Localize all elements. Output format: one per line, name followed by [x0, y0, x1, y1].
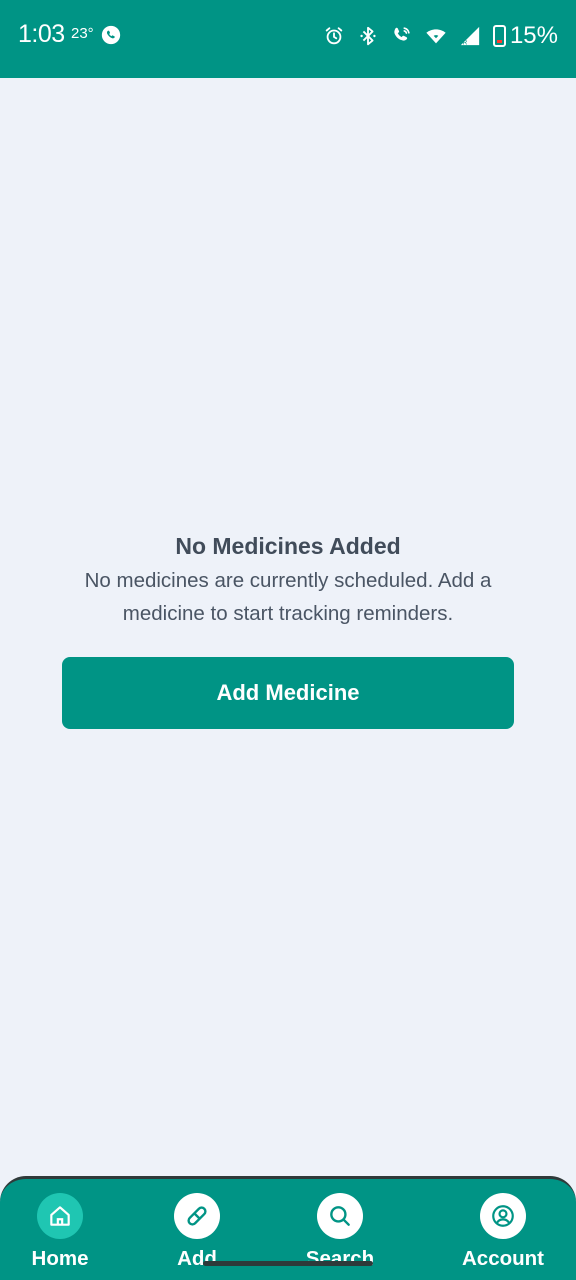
status-bar: 1:03 23° R 15%: [0, 0, 576, 78]
wifi-icon: [426, 29, 446, 44]
search-icon: [317, 1193, 363, 1239]
nav-label-account: Account: [462, 1247, 544, 1270]
empty-state-title: No Medicines Added: [175, 533, 401, 559]
home-icon: [37, 1193, 83, 1239]
pill-icon: [174, 1193, 220, 1239]
nav-label-add: Add: [177, 1247, 217, 1270]
nav-item-account[interactable]: Account: [443, 1193, 563, 1271]
svg-text:R: R: [463, 39, 468, 46]
nav-item-home[interactable]: Home: [0, 1193, 120, 1271]
nav-label-home: Home: [31, 1247, 89, 1270]
empty-state: No Medicines Added No medicines are curr…: [0, 528, 576, 630]
wifi-call-icon: [394, 27, 410, 41]
battery-status: 15%: [492, 22, 558, 50]
status-icons: R 15%: [323, 20, 558, 52]
battery-icon: [492, 25, 506, 47]
nav-item-search[interactable]: Search: [280, 1193, 400, 1271]
whatsapp-icon: [101, 25, 121, 45]
add-medicine-button[interactable]: Add Medicine: [62, 657, 514, 729]
status-time: 1:03: [18, 20, 65, 48]
signal-icon: R: [460, 26, 480, 46]
empty-state-message: No medicines are currently scheduled. Ad…: [84, 569, 492, 625]
account-icon: [480, 1193, 526, 1239]
nav-item-add[interactable]: Add: [137, 1193, 257, 1271]
bluetooth-icon: [360, 26, 376, 46]
battery-percent: 15%: [509, 22, 558, 49]
nav-label-search: Search: [305, 1247, 375, 1270]
home-indicator[interactable]: [203, 1261, 373, 1266]
status-temperature: 23°: [71, 25, 94, 42]
app-screen: 1:03 23° R 15% No Medicines Added No med…: [0, 0, 576, 1280]
alarm-icon: [325, 27, 343, 45]
